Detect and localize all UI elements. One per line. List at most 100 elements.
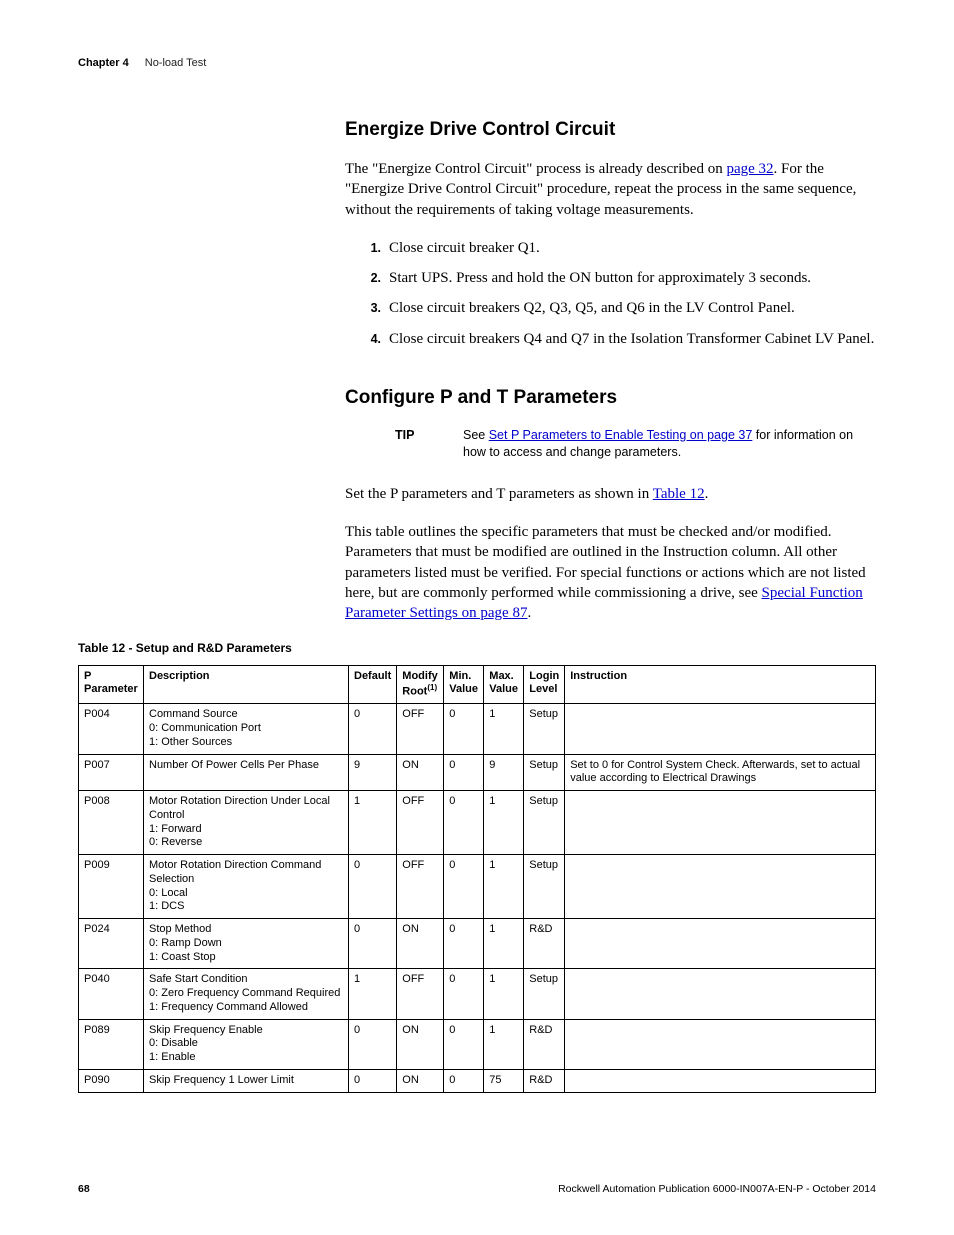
- table-cell: 0: [349, 704, 397, 754]
- table-cell: [565, 791, 876, 855]
- table-cell: 1: [484, 969, 524, 1019]
- page-number: 68: [78, 1183, 90, 1195]
- list-item: 4.Close circuit breakers Q4 and Q7 in th…: [365, 329, 876, 349]
- parameters-table: P Parameter Description Default Modify R…: [78, 665, 876, 1092]
- table-cell: OFF: [397, 704, 444, 754]
- table-cell: 1: [484, 704, 524, 754]
- table-cell: P004: [79, 704, 144, 754]
- table-cell: OFF: [397, 855, 444, 919]
- table-cell: [565, 969, 876, 1019]
- table-cell: Setup: [524, 704, 565, 754]
- table-cell: P007: [79, 754, 144, 791]
- table-cell: [565, 1069, 876, 1092]
- th-instruction: Instruction: [565, 666, 876, 704]
- table-cell: P009: [79, 855, 144, 919]
- list-item: 1.Close circuit breaker Q1.: [365, 238, 876, 258]
- table-cell: Skip Frequency Enable0: Disable1: Enable: [144, 1019, 349, 1069]
- chapter-label: Chapter 4: [78, 57, 129, 69]
- table-cell: 0: [444, 754, 484, 791]
- table-cell: 1: [484, 791, 524, 855]
- section-heading-energize: Energize Drive Control Circuit: [345, 119, 876, 141]
- table-row: P008Motor Rotation Direction Under Local…: [79, 791, 876, 855]
- th-min: Min. Value: [444, 666, 484, 704]
- table-cell: 0: [444, 855, 484, 919]
- table-cell: 0: [444, 791, 484, 855]
- table-row: P024Stop Method0: Ramp Down1: Coast Stop…: [79, 919, 876, 969]
- tip-block: TIP See Set P Parameters to Enable Testi…: [395, 427, 876, 462]
- table-cell: Motor Rotation Direction Command Selecti…: [144, 855, 349, 919]
- table-cell: 0: [349, 855, 397, 919]
- table-cell: Setup: [524, 754, 565, 791]
- table-cell: 0: [444, 969, 484, 1019]
- th-p: P Parameter: [79, 666, 144, 704]
- table-cell: ON: [397, 754, 444, 791]
- list-item: 2.Start UPS. Press and hold the ON butto…: [365, 268, 876, 288]
- table-cell: 75: [484, 1069, 524, 1092]
- table-row: P090Skip Frequency 1 Lower Limit0ON075R&…: [79, 1069, 876, 1092]
- table-row: P007Number Of Power Cells Per Phase9ON09…: [79, 754, 876, 791]
- table-cell: ON: [397, 1069, 444, 1092]
- th-max: Max. Value: [484, 666, 524, 704]
- table-cell: [565, 855, 876, 919]
- table-cell: 1: [484, 1019, 524, 1069]
- table-cell: Stop Method0: Ramp Down1: Coast Stop: [144, 919, 349, 969]
- tip-label: TIP: [395, 427, 423, 462]
- tip-text: See Set P Parameters to Enable Testing o…: [463, 427, 876, 462]
- table-cell: Set to 0 for Control System Check. After…: [565, 754, 876, 791]
- page-32-link[interactable]: page 32: [726, 161, 773, 177]
- table-cell: ON: [397, 919, 444, 969]
- table-cell: OFF: [397, 969, 444, 1019]
- table-12-link[interactable]: Table 12: [653, 486, 705, 502]
- th-default: Default: [349, 666, 397, 704]
- table-cell: 0: [444, 704, 484, 754]
- table-cell: Motor Rotation Direction Under Local Con…: [144, 791, 349, 855]
- table-row: P004Command Source0: Communication Port1…: [79, 704, 876, 754]
- list-item: 3.Close circuit breakers Q2, Q3, Q5, and…: [365, 298, 876, 318]
- table-cell: P090: [79, 1069, 144, 1092]
- table-cell: P008: [79, 791, 144, 855]
- configure-para1: Set the P parameters and T parameters as…: [345, 484, 876, 504]
- steps-list: 1.Close circuit breaker Q1. 2.Start UPS.…: [365, 238, 876, 349]
- table-cell: 9: [484, 754, 524, 791]
- table-cell: R&D: [524, 1069, 565, 1092]
- table-row: P040Safe Start Condition0: Zero Frequenc…: [79, 969, 876, 1019]
- table-cell: 0: [444, 1069, 484, 1092]
- page-header: Chapter 4 No-load Test: [78, 57, 876, 69]
- table-cell: OFF: [397, 791, 444, 855]
- table-row: P089Skip Frequency Enable0: Disable1: En…: [79, 1019, 876, 1069]
- table-cell: 1: [349, 969, 397, 1019]
- section-heading-configure: Configure P and T Parameters: [345, 387, 876, 409]
- th-login: Login Level: [524, 666, 565, 704]
- table-row: P009Motor Rotation Direction Command Sel…: [79, 855, 876, 919]
- table-cell: ON: [397, 1019, 444, 1069]
- table-cell: Setup: [524, 969, 565, 1019]
- table-cell: R&D: [524, 919, 565, 969]
- table-cell: [565, 704, 876, 754]
- table-cell: P089: [79, 1019, 144, 1069]
- table-cell: Setup: [524, 855, 565, 919]
- table-cell: [565, 1019, 876, 1069]
- table-cell: 0: [349, 919, 397, 969]
- set-p-parameters-link[interactable]: Set P Parameters to Enable Testing on pa…: [489, 428, 753, 442]
- chapter-title: No-load Test: [145, 57, 207, 69]
- table-cell: 9: [349, 754, 397, 791]
- table-cell: [565, 919, 876, 969]
- configure-para2: This table outlines the specific paramet…: [345, 522, 876, 623]
- table-cell: P040: [79, 969, 144, 1019]
- table-cell: Command Source0: Communication Port1: Ot…: [144, 704, 349, 754]
- energize-intro: The "Energize Control Circuit" process i…: [345, 159, 876, 220]
- table-cell: 1: [349, 791, 397, 855]
- table-cell: 0: [349, 1069, 397, 1092]
- table-cell: Number Of Power Cells Per Phase: [144, 754, 349, 791]
- table-cell: R&D: [524, 1019, 565, 1069]
- table-caption: Table 12 - Setup and R&D Parameters: [78, 641, 876, 655]
- table-cell: Setup: [524, 791, 565, 855]
- table-cell: 0: [444, 1019, 484, 1069]
- th-desc: Description: [144, 666, 349, 704]
- table-cell: Safe Start Condition0: Zero Frequency Co…: [144, 969, 349, 1019]
- table-cell: 1: [484, 919, 524, 969]
- table-cell: P024: [79, 919, 144, 969]
- table-cell: 0: [444, 919, 484, 969]
- table-header-row: P Parameter Description Default Modify R…: [79, 666, 876, 704]
- table-cell: 0: [349, 1019, 397, 1069]
